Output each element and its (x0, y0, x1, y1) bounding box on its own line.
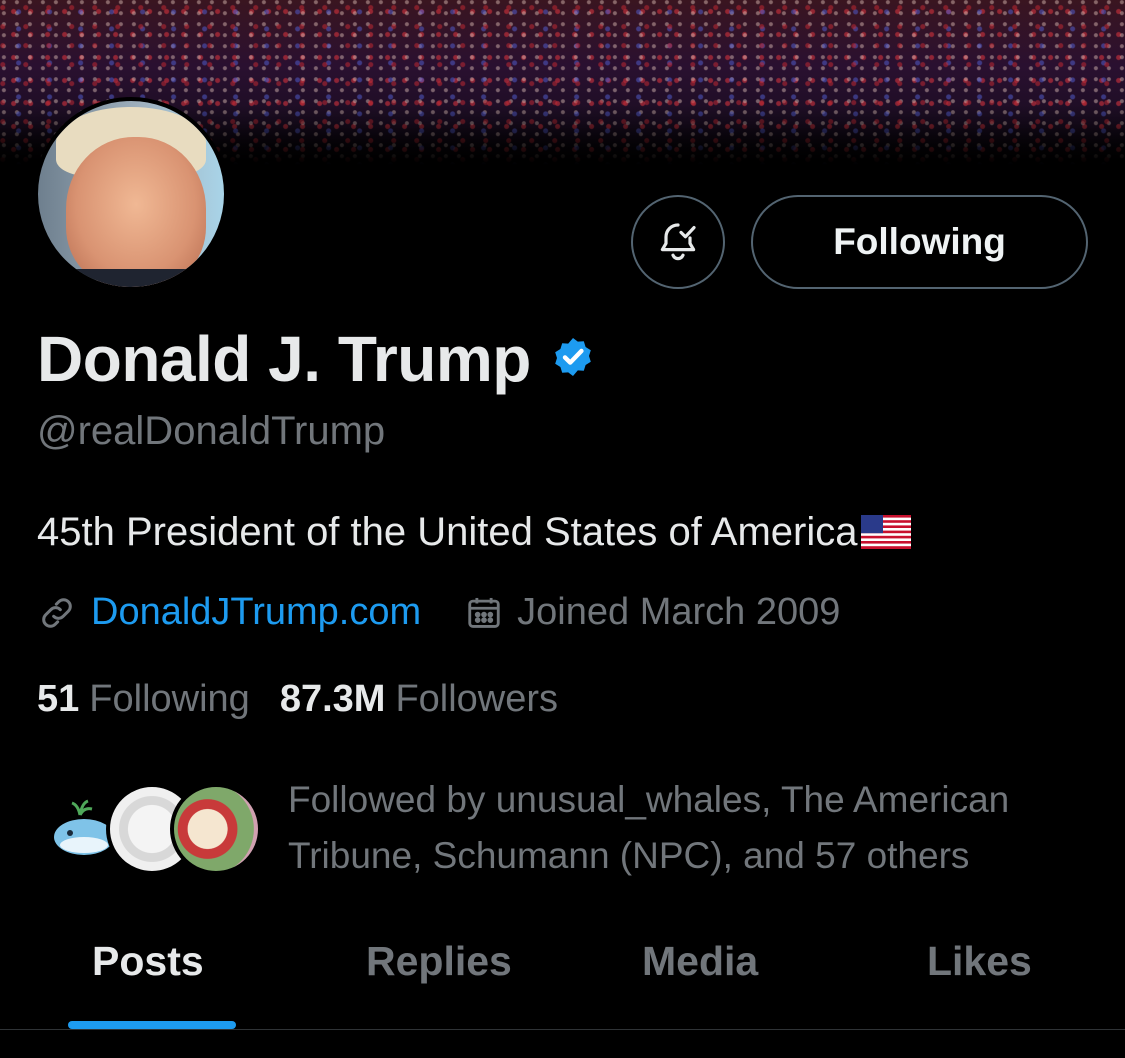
followers-count: 87.3M (279, 678, 386, 720)
profile-handle: @realDonaldTrump (37, 409, 386, 453)
website-link[interactable]: DonaldJTrump.com (91, 591, 421, 634)
display-name: Donald J. Trump (37, 323, 531, 395)
follow-stats: 51 Following 87.3M Followers (37, 678, 558, 721)
profile-avatar[interactable] (34, 97, 228, 291)
link-icon (42, 597, 72, 628)
calendar-icon (468, 597, 500, 628)
following-stat[interactable]: 51 Following (37, 678, 250, 721)
following-count: 51 (37, 678, 80, 720)
verified-badge-icon[interactable] (549, 335, 597, 383)
bell-check-icon (660, 223, 696, 261)
following-button[interactable]: Following (751, 195, 1088, 289)
followed-by-section[interactable]: Followed by unusual_whales, The American… (0, 770, 1125, 880)
profile-tabs: Posts Replies Media Likes (0, 930, 1125, 1030)
us-flag-icon (861, 514, 912, 549)
notification-button[interactable] (631, 195, 725, 289)
followed-by-text: Followed by unusual_whales, The American… (288, 779, 1010, 876)
tab-likes[interactable]: Likes (927, 938, 1032, 985)
tab-media[interactable]: Media (642, 938, 758, 985)
tab-posts[interactable]: Posts (92, 938, 204, 985)
tab-replies[interactable]: Replies (366, 938, 512, 985)
bio-text: 45th President of the United States of A… (37, 510, 858, 554)
profile-bio: 45th President of the United States of A… (37, 510, 912, 555)
follower-avatar-schumann (170, 783, 262, 875)
followers-label: Followers (395, 678, 559, 720)
profile-meta: DonaldJTrump.com Joined March 2009 (37, 591, 840, 634)
followers-stat[interactable]: 87.3M Followers (280, 678, 558, 721)
active-tab-indicator (68, 1021, 236, 1029)
following-label: Following (89, 678, 250, 720)
display-name-row: Donald J. Trump (37, 322, 597, 396)
joined-date: Joined March 2009 (517, 591, 841, 633)
